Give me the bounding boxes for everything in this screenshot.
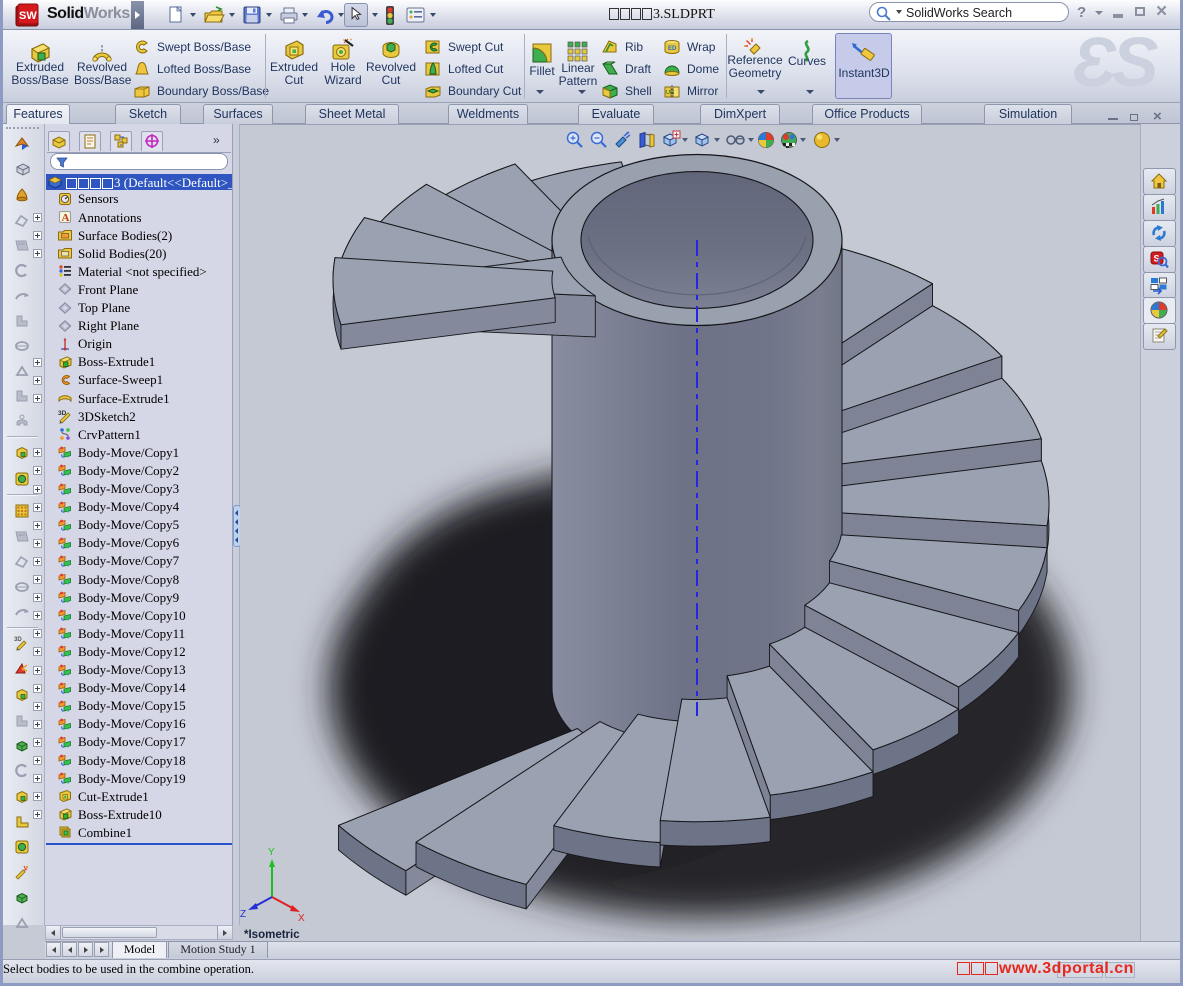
svg-text:Y: Y — [268, 847, 275, 858]
svg-text:SW: SW — [19, 10, 37, 22]
svg-text:Z: Z — [240, 909, 246, 920]
svg-text:A: A — [62, 212, 70, 224]
svg-text:UG: UG — [666, 90, 674, 96]
svg-text:X: X — [298, 913, 305, 924]
svg-text:3D: 3D — [14, 637, 22, 643]
svg-text:ED: ED — [668, 46, 677, 52]
